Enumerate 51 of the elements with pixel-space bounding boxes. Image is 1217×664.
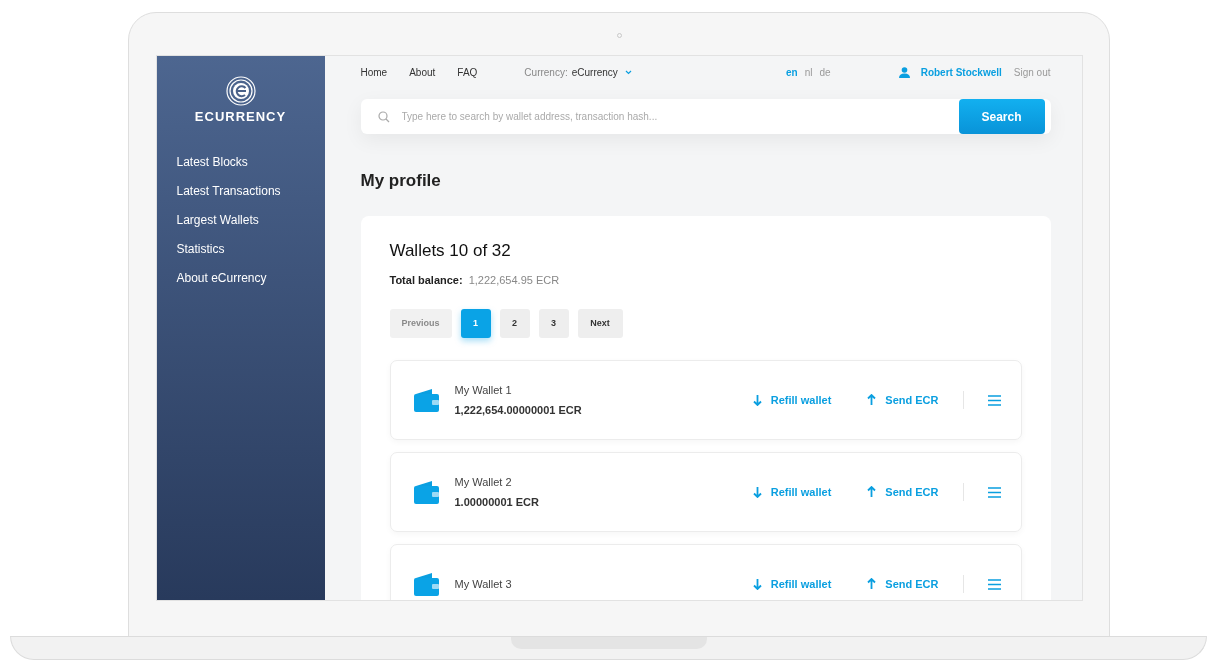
- page-number-button[interactable]: 3: [538, 309, 569, 338]
- total-balance-label: Total balance:: [389, 272, 463, 288]
- menu-icon[interactable]: [987, 394, 1001, 406]
- sidebar-link[interactable]: Largest Wallets: [176, 212, 259, 228]
- search-field[interactable]: Type here to search by wallet address, transaction hash... Search: [360, 99, 1051, 134]
- chevron-down-icon: [624, 70, 632, 75]
- wallet-name: My Wallet 2: [454, 474, 513, 490]
- send-button[interactable]: Send ECR: [867, 483, 939, 501]
- up-arrow-icon: [867, 486, 877, 498]
- wallet-balance: 1.00000001 ECR: [454, 495, 539, 510]
- send-button[interactable]: Send ECR: [867, 575, 939, 593]
- menu-icon[interactable]: [987, 578, 1001, 590]
- up-arrow-icon: [867, 578, 877, 590]
- nav-link[interactable]: About: [409, 65, 436, 80]
- user-name-link[interactable]: Robert Stockwell: [920, 65, 1002, 80]
- down-arrow-icon: [752, 486, 762, 498]
- down-arrow-icon: [752, 578, 762, 590]
- language-link[interactable]: de: [819, 65, 831, 80]
- sign-out-link[interactable]: Sign out: [1013, 65, 1051, 80]
- page-title: My profile: [360, 170, 442, 192]
- sidebar-link[interactable]: Statistics: [176, 241, 225, 257]
- logo-text: ECURRENCY: [194, 108, 287, 126]
- wallet-icon: [413, 388, 439, 412]
- search-button[interactable]: Search: [958, 99, 1045, 134]
- nav-link[interactable]: FAQ: [457, 65, 478, 80]
- refill-wallet-button[interactable]: Refill wallet: [752, 483, 832, 501]
- sidebar-link[interactable]: Latest Transactions: [176, 183, 281, 199]
- page-number-button[interactable]: 1: [460, 309, 491, 338]
- language-link[interactable]: en: [786, 65, 798, 80]
- refill-wallet-button[interactable]: Refill wallet: [752, 391, 832, 409]
- user-icon: [898, 67, 910, 78]
- sidebar-link[interactable]: About eCurrency: [176, 270, 267, 286]
- send-button[interactable]: Send ECR: [867, 391, 939, 409]
- wallet-icon: [413, 480, 439, 504]
- menu-icon[interactable]: [987, 486, 1001, 498]
- page-number-button[interactable]: 2: [499, 309, 530, 338]
- wallet-balance: 1,222,654.00000001 ECR: [454, 403, 582, 418]
- search-icon: [377, 110, 390, 123]
- wallet-name: My Wallet 1: [454, 382, 513, 398]
- down-arrow-icon: [752, 394, 762, 406]
- total-balance-value: 1,222,654.95 ECR: [468, 272, 560, 288]
- wallet-name: My Wallet 3: [454, 576, 512, 592]
- currency-dropdown[interactable]: Currency: eCurrency: [524, 65, 632, 80]
- up-arrow-icon: [867, 394, 877, 406]
- nav-link[interactable]: Home: [360, 65, 388, 80]
- refill-wallet-button[interactable]: Refill wallet: [752, 575, 832, 593]
- pagination-nav-button[interactable]: Next: [577, 309, 623, 338]
- wallet-icon: [413, 572, 439, 596]
- wallets-count-title: Wallets 10 of 32: [389, 239, 512, 262]
- sidebar-link[interactable]: Latest Blocks: [176, 154, 248, 170]
- language-link[interactable]: nl: [804, 65, 813, 80]
